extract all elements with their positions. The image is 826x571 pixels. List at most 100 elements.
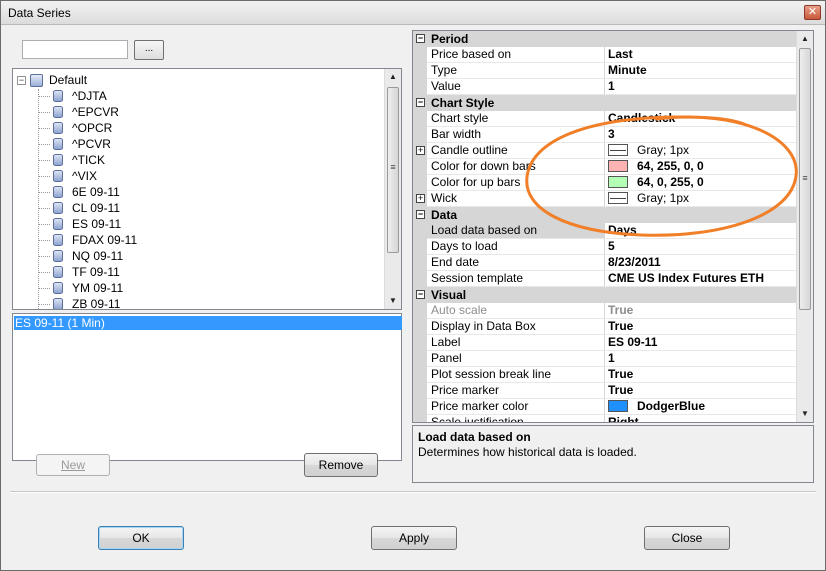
tree-item[interactable]: 6E 09-11 <box>38 184 120 200</box>
tree-item[interactable]: ZB 09-11 <box>38 296 120 309</box>
category-title: Chart Style <box>431 96 495 110</box>
property-value[interactable]: DodgerBlue <box>606 399 797 415</box>
property-row-days-to-load[interactable]: Days to load 5 <box>413 239 797 255</box>
grid-scroll-thumb[interactable]: ≡ <box>799 48 811 310</box>
category-visual[interactable]: − Visual <box>413 287 797 303</box>
grip-icon: ≡ <box>390 162 396 172</box>
collapse-icon[interactable]: − <box>17 75 26 85</box>
property-row-value[interactable]: Value 1 <box>413 79 797 95</box>
collapse-icon[interactable]: − <box>416 98 425 107</box>
collapse-icon[interactable]: − <box>416 210 425 219</box>
property-row-price-marker-color[interactable]: Price marker color DodgerBlue <box>413 399 797 415</box>
category-period[interactable]: − Period <box>413 31 797 47</box>
property-value[interactable]: Candlestick <box>606 111 797 127</box>
property-value[interactable]: 5 <box>606 239 797 255</box>
property-row-wick[interactable]: + Wick Gray; 1px <box>413 191 797 207</box>
database-icon <box>53 218 63 230</box>
property-value[interactable]: Right <box>606 415 797 422</box>
property-row-load-data-based-on[interactable]: Load data based on Days <box>413 223 797 239</box>
property-row-down-bar-color[interactable]: Color for down bars 64, 255, 0, 0 <box>413 159 797 175</box>
new-button-label: New <box>60 458 85 472</box>
property-value[interactable]: Gray; 1px <box>606 143 797 159</box>
property-row-candle-outline[interactable]: + Candle outline Gray; 1px <box>413 143 797 159</box>
expand-icon[interactable]: + <box>416 194 425 203</box>
tree-item[interactable]: ^VIX <box>38 168 97 184</box>
footer-separator <box>10 491 816 493</box>
property-row-label[interactable]: Label ES 09-11 <box>413 335 797 351</box>
tree-item[interactable]: NQ 09-11 <box>38 248 123 264</box>
tree-item[interactable]: ^EPCVR <box>38 104 119 120</box>
property-value[interactable]: Gray; 1px <box>606 191 797 207</box>
instrument-search-input[interactable] <box>22 40 128 59</box>
description-title: Load data based on <box>418 430 531 444</box>
property-value[interactable]: True <box>606 383 797 399</box>
property-name: Price marker color <box>427 399 605 415</box>
row-gutter <box>413 319 427 335</box>
new-series-button[interactable]: New <box>36 454 110 476</box>
property-value[interactable]: Last <box>606 47 797 63</box>
row-gutter <box>413 239 427 255</box>
property-value[interactable]: 1 <box>606 79 797 95</box>
category-data[interactable]: − Data <box>413 207 797 223</box>
ok-button[interactable]: OK <box>98 526 184 550</box>
property-value[interactable]: Days <box>606 223 797 239</box>
tree-connector <box>38 256 50 257</box>
browse-instruments-button[interactable]: ... <box>134 40 164 60</box>
property-row-session-template[interactable]: Session template CME US Index Futures ET… <box>413 271 797 287</box>
expand-icon[interactable]: + <box>416 146 425 155</box>
property-description-panel: Load data based on Determines how histor… <box>412 425 814 483</box>
property-row-scale-justification[interactable]: Scale justification Right <box>413 415 797 422</box>
tree-item[interactable]: YM 09-11 <box>38 280 123 296</box>
row-gutter <box>413 367 427 383</box>
property-row-end-date[interactable]: End date 8/23/2011 <box>413 255 797 271</box>
scroll-down-arrow-icon[interactable]: ▼ <box>385 293 401 309</box>
property-row-bar-width[interactable]: Bar width 3 <box>413 127 797 143</box>
row-gutter <box>413 271 427 287</box>
property-row-chart-style[interactable]: Chart style Candlestick <box>413 111 797 127</box>
property-row-plot-session-break-line[interactable]: Plot session break line True <box>413 367 797 383</box>
property-value[interactable]: Minute <box>606 63 797 79</box>
tree-scroll-thumb[interactable]: ≡ <box>387 87 399 253</box>
close-button[interactable]: Close <box>644 526 730 550</box>
property-row-up-bar-color[interactable]: Color for up bars 64, 0, 255, 0 <box>413 175 797 191</box>
apply-button[interactable]: Apply <box>371 526 457 550</box>
property-value[interactable]: 1 <box>606 351 797 367</box>
property-value[interactable]: 8/23/2011 <box>606 255 797 271</box>
property-row-auto-scale[interactable]: Auto scale True <box>413 303 797 319</box>
property-row-type[interactable]: Type Minute <box>413 63 797 79</box>
grid-scrollbar[interactable]: ▲ ≡ ▼ <box>796 31 813 422</box>
property-value[interactable]: CME US Index Futures ETH <box>606 271 797 287</box>
property-row-display-in-data-box[interactable]: Display in Data Box True <box>413 319 797 335</box>
tree-item[interactable]: ^DJTA <box>38 88 107 104</box>
remove-series-button[interactable]: Remove <box>304 453 378 477</box>
tree-item[interactable]: TF 09-11 <box>38 264 120 280</box>
tree-item[interactable]: ^OPCR <box>38 120 112 136</box>
property-value[interactable]: True <box>606 367 797 383</box>
property-value[interactable]: True <box>606 319 797 335</box>
property-value[interactable]: ES 09-11 <box>606 335 797 351</box>
scroll-down-arrow-icon[interactable]: ▼ <box>797 406 813 422</box>
tree-root-default[interactable]: − Default <box>17 72 87 88</box>
property-value[interactable]: 3 <box>606 127 797 143</box>
series-list-item[interactable]: ES 09-11 (1 Min) <box>14 316 402 330</box>
tree-scrollbar[interactable]: ▲ ≡ ▼ <box>384 69 401 309</box>
scroll-up-arrow-icon[interactable]: ▲ <box>385 69 401 85</box>
property-row-price-marker[interactable]: Price marker True <box>413 383 797 399</box>
category-chart-style[interactable]: − Chart Style <box>413 95 797 111</box>
tree-item[interactable]: ^TICK <box>38 152 105 168</box>
property-row-panel[interactable]: Panel 1 <box>413 351 797 367</box>
tree-item[interactable]: ES 09-11 <box>38 216 121 232</box>
property-row-price-based-on[interactable]: Price based on Last <box>413 47 797 63</box>
collapse-icon[interactable]: − <box>416 290 425 299</box>
remove-button-label: Remove <box>318 458 364 472</box>
tree-connector <box>38 304 50 305</box>
tree-item[interactable]: FDAX 09-11 <box>38 232 137 248</box>
scroll-up-arrow-icon[interactable]: ▲ <box>797 31 813 47</box>
row-gutter <box>413 351 427 367</box>
tree-item[interactable]: ^PCVR <box>38 136 111 152</box>
close-window-button[interactable]: ✕ <box>804 5 821 20</box>
property-value[interactable]: 64, 0, 255, 0 <box>606 175 797 191</box>
tree-item[interactable]: CL 09-11 <box>38 200 120 216</box>
collapse-icon[interactable]: − <box>416 34 425 43</box>
property-value[interactable]: 64, 255, 0, 0 <box>606 159 797 175</box>
